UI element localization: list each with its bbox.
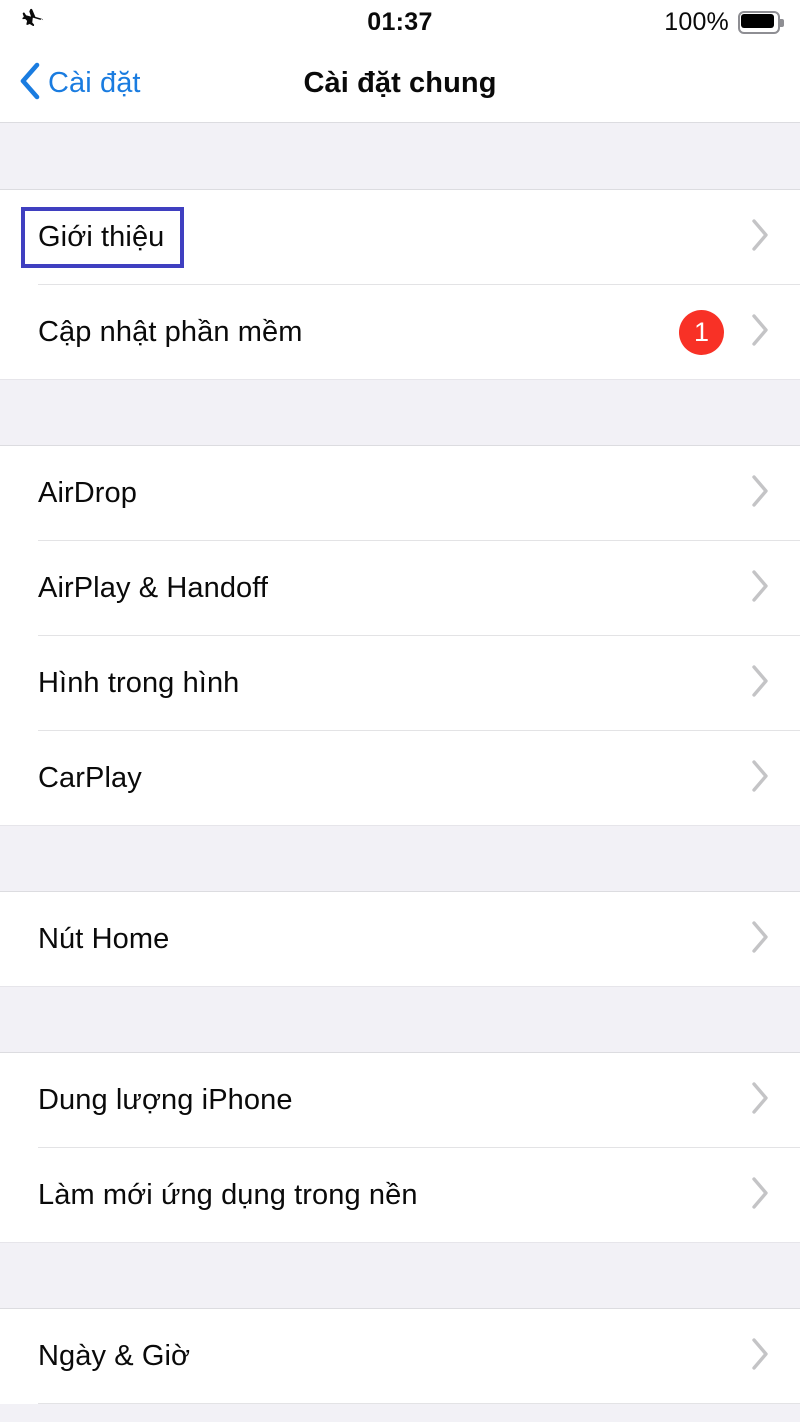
- section-gap: [0, 825, 800, 892]
- settings-row-accessory: [750, 541, 770, 635]
- chevron-right-icon: [750, 313, 770, 352]
- chevron-right-icon: [750, 664, 770, 703]
- chevron-right-icon: [750, 759, 770, 798]
- settings-row[interactable]: Giới thiệu: [0, 190, 800, 284]
- chevron-right-icon: [750, 1337, 770, 1376]
- settings-row-accessory: [750, 1053, 770, 1147]
- settings-row[interactable]: Dung lượng iPhone: [0, 1053, 800, 1147]
- battery-level-fill: [741, 13, 774, 28]
- settings-row[interactable]: AirPlay & Handoff: [0, 541, 800, 635]
- settings-row-label: Nút Home: [38, 922, 170, 955]
- section-gap: [0, 379, 800, 446]
- status-bar-right: 100%: [664, 0, 784, 44]
- navigation-bar: Cài đặt Cài đặt chung: [0, 44, 800, 123]
- settings-row-accessory: [750, 1148, 770, 1242]
- section-gap: [0, 1242, 800, 1309]
- chevron-right-icon: [750, 474, 770, 513]
- chevron-right-icon: [750, 569, 770, 608]
- settings-list: Giới thiệu Cập nhật phần mềm 1 AirDrop AirPl…: [0, 123, 800, 1404]
- settings-row-accessory: [750, 892, 770, 986]
- chevron-right-icon: [750, 920, 770, 959]
- battery-tip: [780, 18, 784, 27]
- settings-group: Ngày & Giờ: [0, 1309, 800, 1404]
- section-gap: [0, 123, 800, 190]
- settings-row-accessory: [750, 1309, 770, 1403]
- settings-row[interactable]: CarPlay: [0, 731, 800, 825]
- settings-row[interactable]: Làm mới ứng dụng trong nền: [0, 1148, 800, 1242]
- settings-general-screen: 01:37 100% Cài đặt Cài đặt chung Giới th…: [0, 0, 800, 1422]
- settings-row[interactable]: Ngày & Giờ: [0, 1309, 800, 1403]
- chevron-right-icon: [750, 218, 770, 257]
- settings-row-label: AirPlay & Handoff: [38, 571, 269, 604]
- settings-group: Dung lượng iPhone Làm mới ứng dụng trong …: [0, 1053, 800, 1242]
- settings-row-label: Ngày & Giờ: [38, 1339, 191, 1372]
- settings-row-label: AirDrop: [38, 476, 137, 509]
- settings-group: Nút Home: [0, 892, 800, 986]
- battery-full-icon: [738, 10, 784, 34]
- settings-row-accessory: [750, 190, 770, 284]
- settings-row-accessory: [750, 731, 770, 825]
- settings-row-accessory: [750, 636, 770, 730]
- settings-row-label: Giới thiệu: [20, 206, 185, 268]
- settings-row[interactable]: Nút Home: [0, 892, 800, 986]
- settings-group: AirDrop AirPlay & Handoff Hình trong hình C…: [0, 446, 800, 825]
- settings-row-label: Cập nhật phần mềm: [38, 315, 303, 348]
- settings-group: Giới thiệu Cập nhật phần mềm 1: [0, 190, 800, 379]
- chevron-right-icon: [750, 1081, 770, 1120]
- settings-row-accessory: 1: [679, 285, 770, 379]
- settings-row[interactable]: AirDrop: [0, 446, 800, 540]
- battery-percentage-label: 100%: [664, 7, 729, 36]
- settings-row-label: Hình trong hình: [38, 666, 240, 699]
- chevron-right-icon: [750, 1176, 770, 1215]
- settings-row-label: Dung lượng iPhone: [38, 1083, 293, 1116]
- settings-row-label: CarPlay: [38, 761, 142, 794]
- status-bar: 01:37 100%: [0, 0, 800, 44]
- settings-row[interactable]: Hình trong hình: [0, 636, 800, 730]
- settings-row-accessory: [750, 446, 770, 540]
- settings-row[interactable]: Cập nhật phần mềm 1: [0, 285, 800, 379]
- settings-row-label: Làm mới ứng dụng trong nền: [38, 1178, 418, 1211]
- page-title: Cài đặt chung: [303, 67, 497, 99]
- notification-badge: 1: [679, 309, 724, 355]
- row-separator: [38, 1403, 800, 1404]
- section-gap: [0, 986, 800, 1053]
